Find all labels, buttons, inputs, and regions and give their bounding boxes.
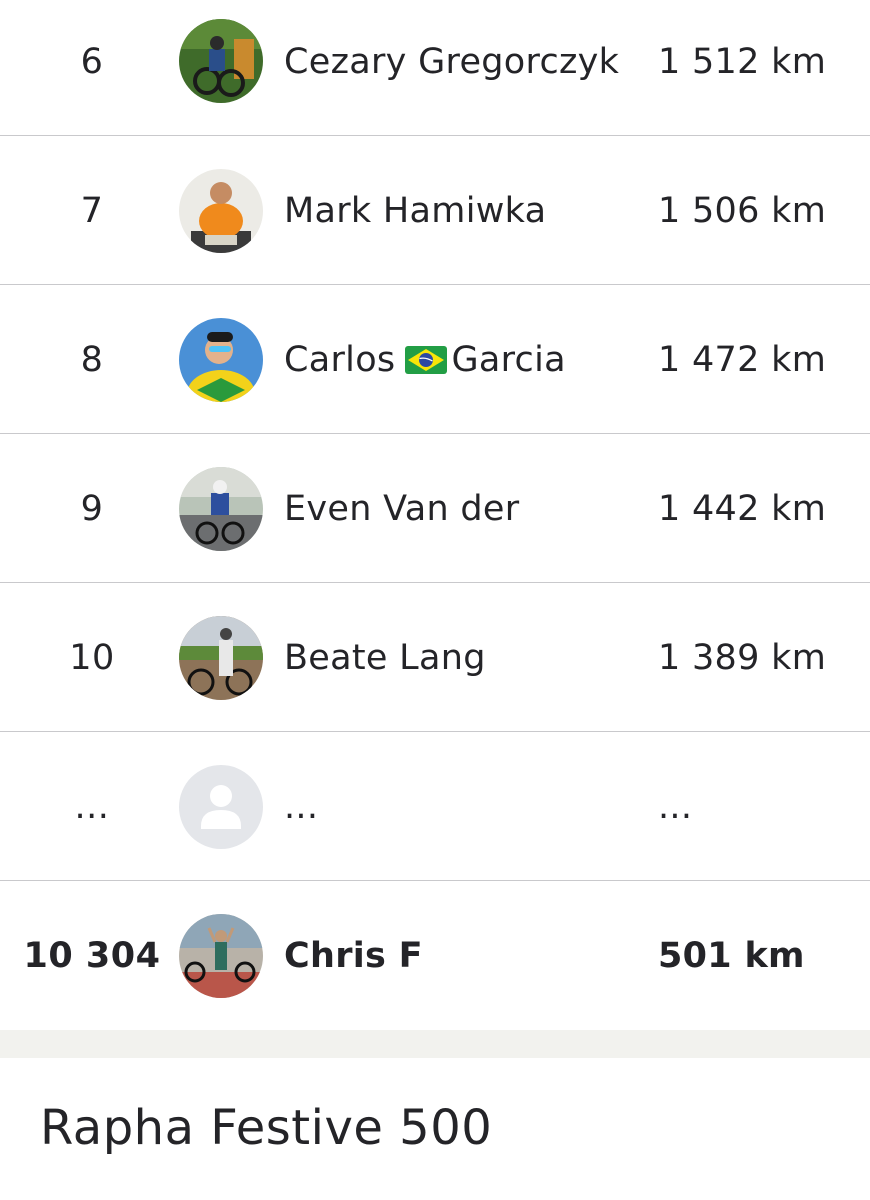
athlete-name[interactable]: Even Van der	[284, 435, 519, 582]
leaderboard-row[interactable]: 6 Cezary Gregorczyk 1 512 km	[0, 0, 870, 136]
rank: 7	[80, 190, 104, 231]
avatar[interactable]	[179, 318, 263, 402]
distance: 501 km	[658, 936, 805, 976]
distance: ...	[658, 786, 693, 827]
avatar[interactable]	[179, 19, 263, 103]
challenge-title[interactable]: Rapha Festive 500	[40, 1100, 492, 1156]
distance: 1 512 km	[658, 41, 827, 82]
current-user-row[interactable]: 10 304 Chris F 501 km	[0, 882, 870, 1030]
rank: 8	[80, 339, 104, 380]
athlete-first-name: Carlos	[284, 339, 396, 380]
rank: 10	[69, 637, 115, 678]
distance: 1 442 km	[658, 488, 827, 529]
leaderboard-row[interactable]: 9 Even Van der 1 442 km	[0, 435, 870, 583]
rank: ...	[74, 786, 110, 827]
avatar[interactable]	[179, 616, 263, 700]
rank: 10 304	[23, 936, 161, 976]
athlete-name[interactable]: Chris F	[284, 882, 423, 1030]
athlete-name[interactable]: Beate Lang	[284, 584, 486, 731]
distance: 1 472 km	[658, 339, 827, 380]
athlete-name: ...	[284, 786, 319, 827]
athlete-name[interactable]: Mark Hamiwka	[284, 137, 546, 284]
distance: 1 506 km	[658, 190, 827, 231]
user-placeholder-icon	[179, 765, 263, 849]
leaderboard-row[interactable]: 8 Carlos Garcia 1 472 km	[0, 286, 870, 434]
leaderboard-gap-row: ... ... ...	[0, 733, 870, 881]
rank: 6	[80, 41, 104, 82]
avatar[interactable]	[179, 169, 263, 253]
athlete-last-name: Garcia	[451, 339, 566, 380]
section-divider	[0, 1030, 870, 1058]
rank: 9	[80, 488, 104, 529]
leaderboard-row[interactable]: 10 Beate Lang 1 389 km	[0, 584, 870, 732]
brazil-flag-icon	[405, 345, 448, 374]
athlete-name[interactable]: Cezary Gregorczyk	[284, 0, 619, 135]
athlete-name[interactable]: Carlos Garcia	[284, 286, 566, 433]
distance: 1 389 km	[658, 637, 827, 678]
avatar[interactable]	[179, 467, 263, 551]
leaderboard-row[interactable]: 7 Mark Hamiwka 1 506 km	[0, 137, 870, 285]
avatar[interactable]	[179, 914, 263, 998]
